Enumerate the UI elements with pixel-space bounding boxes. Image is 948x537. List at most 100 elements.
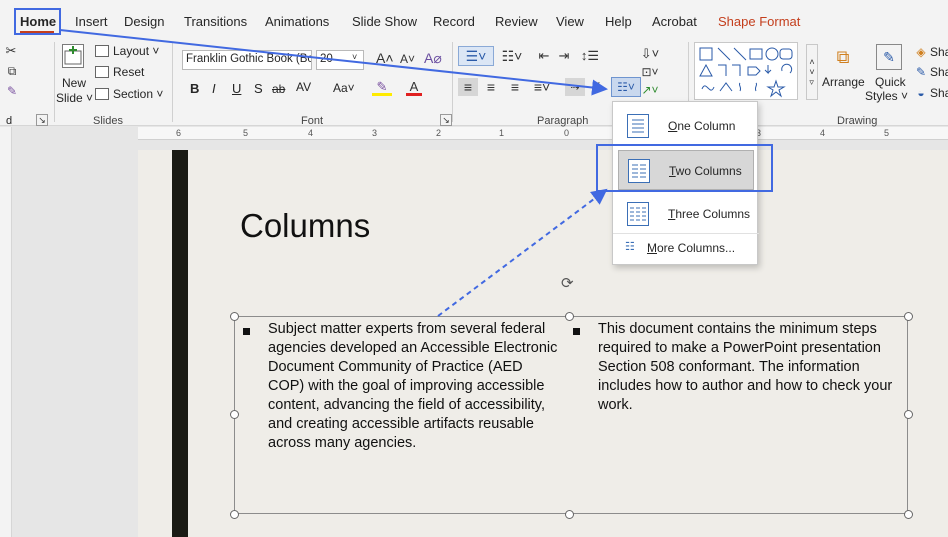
text-direction-vertical-icon[interactable]: ⇩˅ — [640, 44, 660, 64]
ruler-tick: 6 — [176, 128, 182, 138]
resize-handle[interactable] — [230, 312, 239, 321]
resize-handle[interactable] — [565, 312, 574, 321]
menu-item-one-column[interactable]: One Column — [613, 106, 759, 146]
increase-font-icon[interactable]: A˄ — [376, 50, 394, 66]
quick-styles-icon[interactable]: ✎ — [876, 44, 902, 70]
align-center-icon[interactable]: ≡ — [482, 78, 500, 96]
convert-smartart-icon[interactable]: ↗˅ — [640, 83, 660, 97]
font-color-icon[interactable]: A — [406, 79, 422, 96]
decrease-font-icon[interactable]: A˅ — [400, 52, 415, 66]
rotate-handle-icon[interactable]: ⟳ — [561, 276, 577, 292]
section-button[interactable]: Section ˅ — [113, 87, 163, 101]
shape-fill-button[interactable]: Sha — [930, 45, 948, 59]
paragraph-mark-icon[interactable]: ¶ — [588, 78, 606, 96]
menu-item-three-columns[interactable]: Three Columns — [613, 194, 759, 234]
shape-outline-button[interactable]: Sha — [930, 65, 948, 79]
shape-outline-icon[interactable]: ✎ — [914, 65, 928, 79]
align-text-icon[interactable]: ⊡˅ — [640, 64, 660, 80]
change-case-button[interactable]: Aa˅ — [333, 81, 355, 95]
ruler-tick: 5 — [884, 128, 890, 138]
new-slide-icon[interactable] — [62, 44, 84, 68]
tab-view[interactable]: View — [556, 14, 584, 29]
group-label-paragraph: Paragraph — [537, 115, 589, 127]
dialog-launcher-icon[interactable]: ↘ — [36, 114, 48, 126]
menu-bar: Home Insert Design Transitions Animation… — [0, 0, 948, 36]
slide-thumbnail-rail[interactable] — [0, 127, 12, 537]
shape-fill-icon[interactable]: ◈ — [914, 45, 928, 59]
decrease-indent-icon[interactable]: ⇤ — [536, 46, 552, 66]
chevron-down-icon[interactable]: ˅ — [352, 52, 357, 62]
shapes-gallery[interactable] — [694, 42, 798, 100]
shapes-gallery-scroll[interactable]: ˄ ˅ ▿ — [806, 44, 818, 100]
three-columns-glyph — [630, 207, 646, 221]
label-rest: ore Columns... — [657, 241, 736, 255]
increase-indent-icon[interactable]: ⇥ — [556, 46, 572, 66]
shadow-button[interactable]: S — [254, 81, 263, 96]
column-1-text[interactable]: Subject matter experts from several fede… — [268, 320, 560, 453]
new-slide-dropdown[interactable]: Slide ˅ — [56, 91, 93, 105]
arrange-icon[interactable]: ⧉ — [832, 46, 854, 68]
text-direction-icon[interactable]: ⇢ — [565, 78, 585, 96]
bold-button[interactable]: B — [190, 81, 199, 96]
resize-handle[interactable] — [904, 312, 913, 321]
resize-handle[interactable] — [230, 510, 239, 519]
resize-handle[interactable] — [565, 510, 574, 519]
shape-effects-button[interactable]: Sha — [930, 86, 948, 100]
ruler-tick: 5 — [243, 128, 249, 138]
column-2-text[interactable]: This document contains the minimum steps… — [598, 320, 898, 415]
tab-record[interactable]: Record — [433, 14, 475, 29]
one-column-icon — [627, 114, 649, 138]
tab-acrobat[interactable]: Acrobat — [652, 14, 697, 29]
menu-item-label: Three Columns — [668, 207, 750, 221]
resize-handle[interactable] — [904, 510, 913, 519]
underline-button[interactable]: U — [232, 81, 241, 96]
new-slide-button[interactable]: New — [62, 76, 86, 90]
layout-button[interactable]: Layout ˅ — [113, 44, 159, 58]
menu-item-more-columns[interactable]: ☷ More Columns... — [613, 233, 759, 261]
highlight-icon[interactable]: ✎ — [372, 79, 392, 96]
clipboard-label-fragment: d — [6, 115, 13, 127]
italic-button[interactable]: I — [212, 81, 216, 96]
tab-animations[interactable]: Animations — [265, 14, 329, 29]
quick-styles-button[interactable]: Quick — [875, 75, 906, 89]
menu-item-label: More Columns... — [647, 241, 735, 255]
add-or-remove-columns-button[interactable]: ☷˅ — [611, 77, 641, 97]
reset-button[interactable]: Reset — [113, 65, 144, 79]
strikethrough-button[interactable]: ab — [272, 82, 285, 96]
align-right-icon[interactable]: ≡ — [506, 78, 524, 96]
three-columns-icon — [627, 202, 649, 226]
tab-help[interactable]: Help — [605, 14, 632, 29]
shapes-gallery-glyphs — [699, 47, 793, 98]
tab-design[interactable]: Design — [124, 14, 164, 29]
cut-icon[interactable]: ✂ — [4, 43, 18, 58]
copy-icon[interactable]: ⧉ — [4, 64, 20, 78]
tab-transitions[interactable]: Transitions — [184, 14, 247, 29]
separator — [172, 42, 173, 122]
tab-slide-show[interactable]: Slide Show — [352, 14, 417, 29]
resize-handle[interactable] — [230, 410, 239, 419]
tab-insert[interactable]: Insert — [75, 14, 108, 29]
character-spacing-button[interactable]: AV — [296, 80, 311, 94]
quick-styles-dropdown[interactable]: Styles ˅ — [865, 89, 908, 103]
align-left-icon[interactable]: ≡ — [458, 78, 478, 96]
tab-shape-format[interactable]: Shape Format — [718, 14, 800, 29]
label-rest: ne Column — [677, 119, 736, 133]
shape-effects-icon[interactable]: ◒ — [914, 86, 928, 100]
justify-icon[interactable]: ≡˅ — [528, 78, 556, 96]
slide-title[interactable]: Columns — [240, 207, 370, 245]
resize-handle[interactable] — [904, 410, 913, 419]
line-spacing-icon[interactable]: ↕☰ — [578, 46, 602, 66]
horizontal-ruler[interactable]: 6 5 4 3 2 1 0 3 4 5 — [138, 127, 948, 140]
numbering-icon[interactable]: ☷˅ — [500, 46, 524, 66]
font-dialog-launcher-icon[interactable]: ↘ — [440, 114, 452, 126]
clear-formatting-icon[interactable]: A⌀ — [424, 50, 442, 67]
group-label-slides: Slides — [93, 115, 123, 127]
bullets-icon[interactable]: ☰˅ — [458, 46, 494, 66]
font-name-field[interactable]: Franklin Gothic Book (Bod — [182, 50, 312, 70]
bullet-icon — [573, 328, 580, 335]
arrange-button[interactable]: Arrange — [822, 75, 865, 89]
annotation-box-home — [14, 8, 61, 35]
format-painter-icon[interactable]: ✎ — [4, 84, 20, 98]
tab-review[interactable]: Review — [495, 14, 538, 29]
separator — [54, 42, 55, 122]
